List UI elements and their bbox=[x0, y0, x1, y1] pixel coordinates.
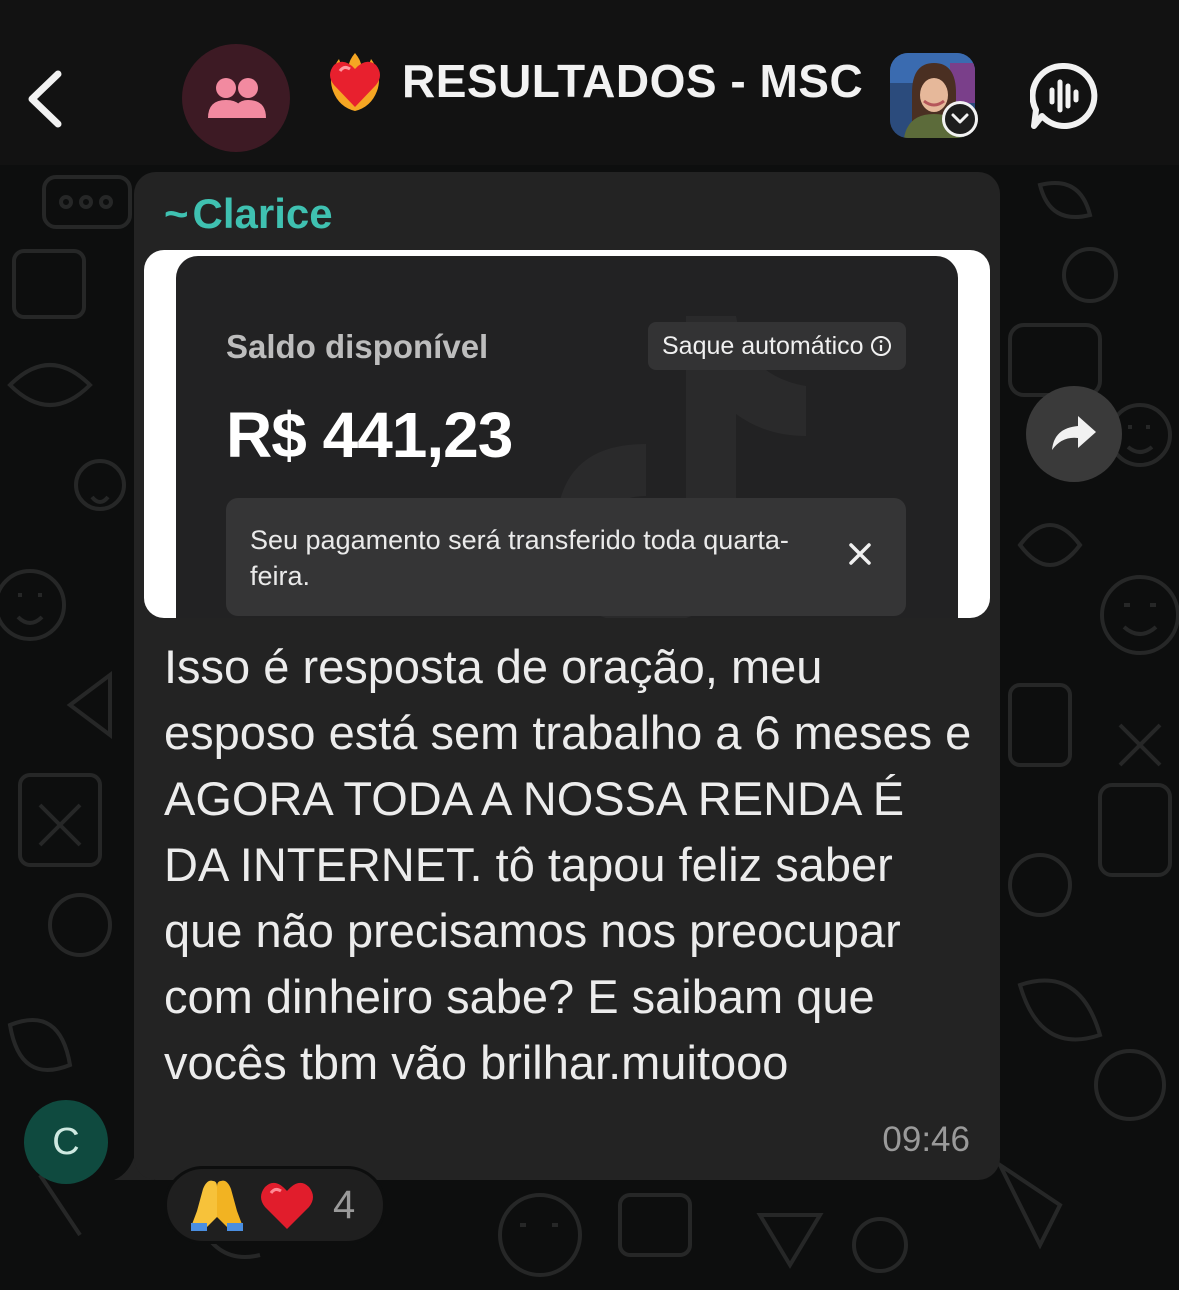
close-icon bbox=[849, 543, 871, 565]
reactions-pill[interactable]: 4 bbox=[164, 1166, 386, 1244]
chat-header: RESULTADOS - MSC bbox=[0, 0, 1179, 165]
red-heart-icon bbox=[261, 1182, 313, 1229]
chevron-down-icon bbox=[951, 113, 969, 124]
forward-arrow-icon bbox=[1052, 416, 1096, 450]
balance-label: Saldo disponível bbox=[226, 328, 489, 365]
balance-screenshot: Saldo disponível Saque automático R$ 441… bbox=[176, 256, 958, 618]
sender-avatar[interactable]: C bbox=[24, 1100, 108, 1184]
group-icon bbox=[208, 78, 266, 118]
folded-hands-icon bbox=[191, 1180, 243, 1231]
message-bubble[interactable]: ~Clarice Saldo disponível Saque automáti… bbox=[134, 172, 1000, 1180]
payment-notice-text: Seu pagamento será transferido toda quar… bbox=[250, 525, 789, 591]
auto-withdraw-pill: Saque automático bbox=[648, 322, 906, 370]
chat-title: RESULTADOS - MSC bbox=[402, 55, 864, 107]
info-icon bbox=[870, 336, 891, 356]
message-time: 09:46 bbox=[882, 1120, 970, 1159]
heart-on-fire-icon bbox=[330, 53, 380, 111]
auto-withdraw-label: Saque automático bbox=[662, 331, 864, 360]
balance-amount: R$ 441,23 bbox=[226, 399, 513, 471]
group-avatar[interactable] bbox=[182, 44, 290, 152]
profile-badge[interactable] bbox=[942, 101, 978, 137]
sender-name[interactable]: ~Clarice bbox=[164, 190, 333, 238]
sender-name-text: Clarice bbox=[192, 190, 333, 237]
audio-wave-bubble-icon bbox=[1029, 62, 1098, 129]
back-button[interactable] bbox=[22, 64, 72, 134]
chevron-left-icon bbox=[28, 70, 62, 128]
chat-title-row[interactable]: RESULTADOS - MSC bbox=[326, 46, 863, 116]
reaction-count: 4 bbox=[333, 1182, 356, 1227]
image-attachment[interactable]: Saldo disponível Saque automático R$ 441… bbox=[144, 250, 990, 618]
payment-notice: Seu pagamento será transferido toda quar… bbox=[226, 498, 906, 616]
sender-tilde: ~ bbox=[164, 190, 189, 237]
voice-chat-button[interactable] bbox=[1029, 62, 1098, 130]
message-text: Isso é resposta de oração, meu esposo es… bbox=[164, 640, 972, 1089]
forward-button[interactable] bbox=[1026, 386, 1122, 482]
